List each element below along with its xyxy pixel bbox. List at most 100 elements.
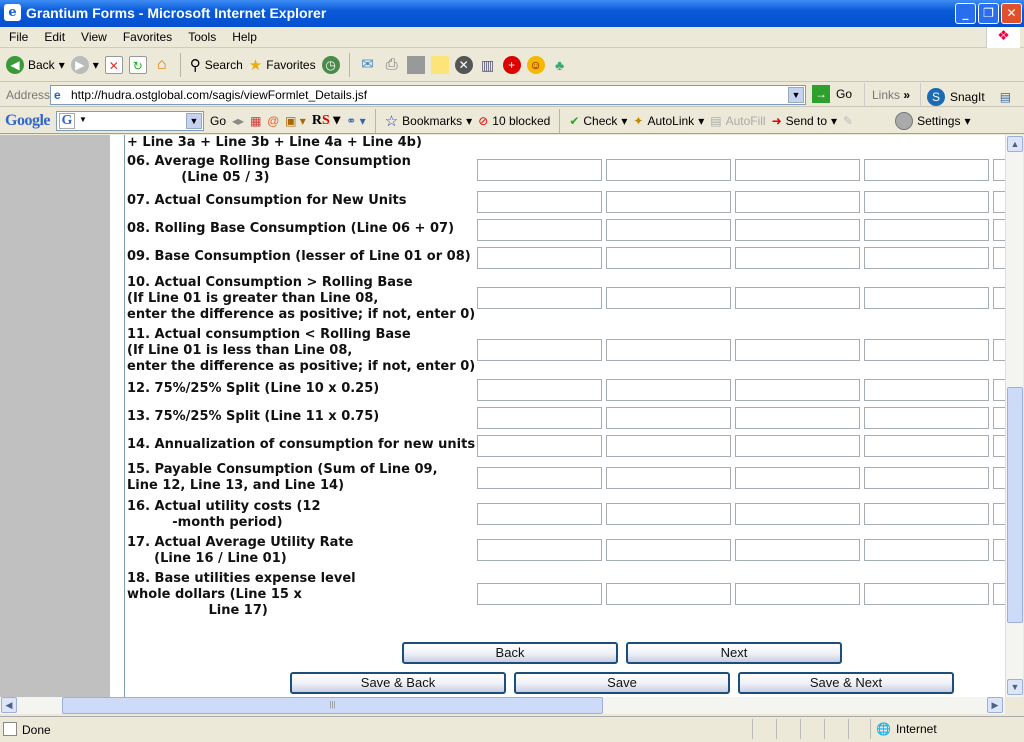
row-input-col-2[interactable] [606, 539, 731, 561]
row-input-col-3[interactable] [735, 191, 860, 213]
address-dropdown[interactable]: ▼ [788, 87, 804, 103]
history-icon[interactable]: ◷ [321, 56, 340, 74]
row-input-col-4[interactable] [864, 467, 989, 489]
row-input-col-5[interactable] [993, 159, 1005, 181]
row-input-col-4[interactable] [864, 379, 989, 401]
row-input-col-5[interactable] [993, 503, 1005, 525]
row-input-col-1[interactable] [477, 503, 602, 525]
save-next-button[interactable]: Save & Next [738, 672, 954, 694]
row-input-col-3[interactable] [735, 583, 860, 605]
row-input-col-5[interactable] [993, 539, 1005, 561]
vertical-scroll-thumb[interactable] [1007, 387, 1023, 623]
snagit-capture-icon[interactable]: ▤ [1000, 90, 1011, 104]
block-icon[interactable]: ✕ [454, 56, 473, 74]
print-icon[interactable]: ⎙ [383, 56, 401, 74]
menu-view[interactable]: View [72, 27, 114, 44]
settings-button[interactable]: Settings ▾ [895, 111, 971, 130]
row-input-col-1[interactable] [477, 191, 602, 213]
row-input-col-5[interactable] [993, 379, 1005, 401]
rs-button[interactable]: RS ▾ [312, 112, 340, 129]
menu-edit[interactable]: Edit [35, 27, 72, 44]
scroll-up-button[interactable]: ▲ [1007, 136, 1023, 152]
popup-blocker-button[interactable]: ⊘ 10 blocked [478, 114, 550, 128]
row-input-col-1[interactable] [477, 435, 602, 457]
home-icon[interactable]: ⌂ [153, 56, 171, 74]
stop-icon[interactable]: ✕ [104, 56, 123, 74]
row-input-col-1[interactable] [477, 379, 602, 401]
row-input-col-1[interactable] [477, 159, 602, 181]
google-search-dropdown[interactable]: ▼ [186, 112, 202, 129]
row-input-col-4[interactable] [864, 435, 989, 457]
row-input-col-4[interactable] [864, 407, 989, 429]
row-input-col-4[interactable] [864, 583, 989, 605]
search-button[interactable]: ⚲ Search [190, 56, 243, 74]
row-input-col-2[interactable] [606, 407, 731, 429]
send-to-button[interactable]: ➜ Send to ▾ [772, 114, 837, 128]
minimize-button[interactable]: _ [955, 3, 976, 24]
row-input-col-3[interactable] [735, 159, 860, 181]
row-input-col-5[interactable] [993, 435, 1005, 457]
row-input-col-3[interactable] [735, 287, 860, 309]
restore-button[interactable]: ❐ [978, 3, 999, 24]
row-input-col-1[interactable] [477, 583, 602, 605]
link-icon[interactable]: ⚭ ▾ [346, 114, 365, 128]
research-icon[interactable]: ▥ [479, 56, 497, 74]
scroll-right-button[interactable]: ▶ [987, 697, 1003, 713]
favorites-button[interactable]: ★ Favorites [249, 56, 316, 74]
row-input-col-4[interactable] [864, 219, 989, 241]
messenger-icon[interactable]: ♣ [551, 56, 569, 74]
row-input-col-5[interactable] [993, 191, 1005, 213]
menu-favorites[interactable]: Favorites [114, 27, 179, 44]
row-input-col-1[interactable] [477, 539, 602, 561]
row-input-col-2[interactable] [606, 219, 731, 241]
forward-button[interactable]: ▶ ▾ [70, 56, 99, 74]
row-input-col-3[interactable] [735, 539, 860, 561]
menu-tools[interactable]: Tools [179, 27, 223, 44]
row-input-col-4[interactable] [864, 247, 989, 269]
note-icon[interactable] [430, 56, 449, 74]
google-search-input[interactable]: G ▼ ▼ [56, 110, 204, 131]
row-input-col-2[interactable] [606, 379, 731, 401]
row-input-col-2[interactable] [606, 467, 731, 489]
popup-icon[interactable]: ▣ ▾ [285, 114, 306, 128]
highlighter-icon[interactable]: ✎ [843, 114, 853, 128]
row-input-col-5[interactable] [993, 407, 1005, 429]
alert-icon[interactable]: + [502, 56, 521, 74]
scroll-down-button[interactable]: ▼ [1007, 679, 1023, 695]
go-button[interactable]: → Go [812, 85, 852, 103]
address-input[interactable]: e http://hudra.ostglobal.com/sagis/viewF… [50, 85, 806, 105]
row-input-col-5[interactable] [993, 583, 1005, 605]
vertical-scrollbar[interactable]: ▲ ▼ [1005, 135, 1023, 697]
row-input-col-5[interactable] [993, 467, 1005, 489]
back-button[interactable]: ◀ Back ▾ [6, 56, 65, 74]
row-input-col-2[interactable] [606, 247, 731, 269]
row-input-col-1[interactable] [477, 287, 602, 309]
autolink-button[interactable]: ✦ AutoLink ▾ [633, 114, 704, 128]
row-input-col-2[interactable] [606, 503, 731, 525]
scroll-left-button[interactable]: ◀ [1, 697, 17, 713]
row-input-col-5[interactable] [993, 219, 1005, 241]
row-input-col-2[interactable] [606, 583, 731, 605]
resize-handle[interactable]: ◂▸ [232, 114, 244, 128]
row-input-col-1[interactable] [477, 467, 602, 489]
autofill-button[interactable]: ▤ AutoFill [710, 114, 765, 128]
save-button[interactable]: Save [514, 672, 730, 694]
row-input-col-5[interactable] [993, 247, 1005, 269]
row-input-col-4[interactable] [864, 287, 989, 309]
spellcheck-button[interactable]: ✔ Check ▾ [569, 114, 627, 128]
next-button[interactable]: Next [626, 642, 842, 664]
mail-icon[interactable]: ✉ [359, 56, 377, 74]
row-input-col-5[interactable] [993, 339, 1005, 361]
back-form-button[interactable]: Back [402, 642, 618, 664]
row-input-col-1[interactable] [477, 339, 602, 361]
close-button[interactable]: ✕ [1001, 3, 1022, 24]
row-input-col-3[interactable] [735, 219, 860, 241]
horizontal-scrollbar[interactable]: ◀ ||| ▶ [0, 697, 1005, 714]
row-input-col-4[interactable] [864, 191, 989, 213]
snagit-button[interactable]: S SnagIt ▤ [920, 83, 1011, 107]
row-input-col-2[interactable] [606, 339, 731, 361]
links-button[interactable]: Links » [864, 83, 910, 107]
row-input-col-2[interactable] [606, 435, 731, 457]
row-input-col-4[interactable] [864, 503, 989, 525]
row-input-col-1[interactable] [477, 219, 602, 241]
